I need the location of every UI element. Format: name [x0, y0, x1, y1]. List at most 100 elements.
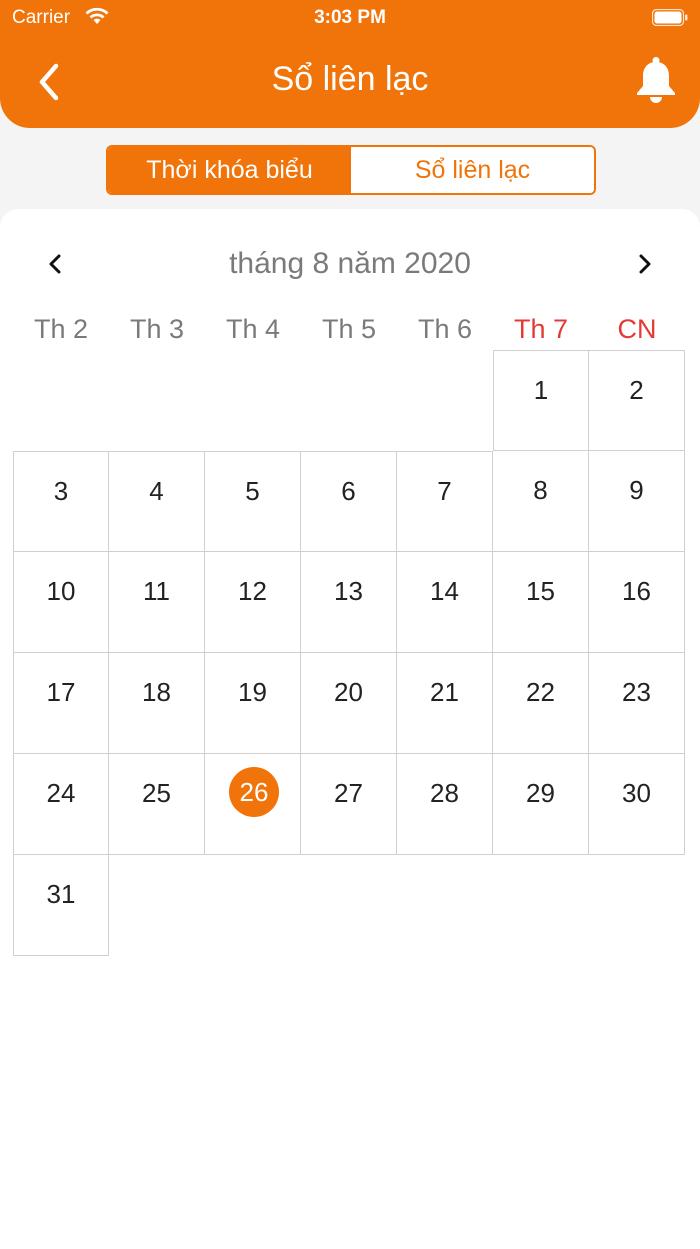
- day-number: 23: [622, 677, 651, 707]
- calendar-day[interactable]: 4: [109, 451, 205, 552]
- day-number: 20: [334, 677, 363, 707]
- calendar-day[interactable]: 11: [109, 552, 205, 653]
- bell-icon: [637, 57, 675, 103]
- page-title: Sổ liên lạc: [271, 60, 429, 98]
- day-number: 28: [430, 778, 459, 808]
- calendar-empty-cell: [493, 855, 589, 956]
- tab-timetable[interactable]: Thời khóa biểu: [108, 147, 351, 193]
- calendar-day[interactable]: 17: [13, 653, 109, 754]
- weekday-label: Th 5: [321, 314, 377, 344]
- weekday-label: Th 4: [225, 314, 281, 344]
- next-month-button[interactable]: [630, 249, 660, 279]
- day-number: 29: [526, 778, 555, 808]
- status-time: 3:03 PM: [314, 7, 386, 28]
- day-number: 26: [229, 767, 279, 817]
- day-number: 9: [629, 475, 644, 505]
- day-number: 13: [334, 576, 363, 606]
- calendar-day[interactable]: 23: [589, 653, 685, 754]
- calendar-day[interactable]: 28: [397, 754, 493, 855]
- day-number: 21: [430, 677, 459, 707]
- calendar-week-row: 17 18 19 20 21 22 23: [13, 653, 686, 754]
- calendar-day[interactable]: 14: [397, 552, 493, 653]
- notification-button[interactable]: [634, 56, 678, 104]
- day-number: 31: [46, 879, 76, 909]
- calendar-day[interactable]: 5: [205, 451, 301, 552]
- calendar-day[interactable]: 19: [205, 653, 301, 754]
- calendar-day[interactable]: 3: [13, 451, 109, 552]
- chevron-right-icon: [639, 254, 651, 274]
- weekday-label: Th 6: [417, 314, 473, 344]
- calendar-day[interactable]: 30: [589, 754, 685, 855]
- calendar-day[interactable]: 24: [13, 754, 109, 855]
- calendar-day[interactable]: 20: [301, 653, 397, 754]
- calendar-day[interactable]: 16: [589, 552, 685, 653]
- calendar-card: tháng 8 năm 2020 Th 2 Th 3 Th 4 Th 5 Th …: [0, 209, 700, 1249]
- calendar-day[interactable]: 2: [589, 350, 685, 451]
- calendar-empty-cell: [589, 855, 685, 956]
- calendar-week-row: 12: [13, 350, 686, 451]
- calendar-empty-cell: [205, 855, 301, 956]
- month-title: tháng 8 năm 2020: [229, 247, 471, 280]
- status-bar: Carrier 3:03 PM: [0, 0, 700, 36]
- calendar-day[interactable]: 31: [13, 855, 109, 956]
- day-number: 24: [46, 778, 76, 808]
- calendar-day[interactable]: 7: [397, 451, 493, 552]
- calendar-grid: 1 2 3 4 5 6 7 8 9 10 11 12 13 14 15 16 17 18 19 20 21 22 23 24 2…: [13, 350, 686, 956]
- calendar-day[interactable]: 18: [109, 653, 205, 754]
- day-number: 6: [341, 476, 356, 506]
- battery-icon: [652, 9, 688, 26]
- calendar-day[interactable]: 13: [301, 552, 397, 653]
- calendar-day[interactable]: 8: [493, 451, 589, 552]
- day-number: 30: [622, 778, 651, 808]
- calendar-day[interactable]: 15: [493, 552, 589, 653]
- calendar-day[interactable]: 9: [589, 451, 685, 552]
- calendar-day[interactable]: 25: [109, 754, 205, 855]
- day-number: 7: [437, 476, 452, 506]
- calendar-day[interactable]: 21: [397, 653, 493, 754]
- calendar-day[interactable]: 10: [13, 552, 109, 653]
- weekday-header: Th 2 Th 3 Th 4 Th 5 Th 6 Th 7 CN: [13, 314, 686, 354]
- calendar-empty-cell: [301, 855, 397, 956]
- weekday-label-sunday: CN: [617, 314, 657, 344]
- calendar-day[interactable]: 22: [493, 653, 589, 754]
- day-number: 17: [46, 677, 76, 707]
- day-number: 2: [629, 375, 644, 405]
- day-number: 11: [143, 576, 170, 606]
- day-number: 16: [622, 576, 651, 606]
- tab-contact-book[interactable]: Sổ liên lạc: [351, 147, 594, 193]
- day-number: 22: [526, 677, 555, 707]
- calendar-day-selected[interactable]: 26: [205, 754, 301, 855]
- calendar-week-row: 31: [13, 855, 686, 956]
- calendar-empty-cell: [397, 855, 493, 956]
- weekday-label: Th 3: [129, 314, 185, 344]
- day-number: 27: [334, 778, 363, 808]
- calendar-day[interactable]: 29: [493, 754, 589, 855]
- calendar-empty-cell: [301, 350, 397, 451]
- day-number: 15: [526, 576, 555, 606]
- calendar-empty-cell: [13, 350, 109, 451]
- calendar-week-row: 3 4 5 6 7 8 9: [13, 451, 686, 552]
- weekday-label-saturday: Th 7: [513, 314, 569, 344]
- calendar-day[interactable]: 12: [205, 552, 301, 653]
- calendar-empty-cell: [109, 855, 205, 956]
- calendar-day[interactable]: 6: [301, 451, 397, 552]
- calendar-empty-cell: [109, 350, 205, 451]
- day-number: 1: [533, 375, 549, 405]
- day-number: 14: [430, 576, 459, 606]
- calendar-day[interactable]: 27: [301, 754, 397, 855]
- tab-segment-control: Thời khóa biểu Sổ liên lạc: [106, 145, 596, 195]
- day-number: 5: [245, 476, 260, 506]
- weekday-label: Th 2: [33, 314, 89, 344]
- calendar-week-row: 24 25 26 27 28 29 30: [13, 754, 686, 855]
- day-number: 3: [53, 476, 69, 506]
- calendar-empty-cell: [397, 350, 493, 451]
- day-number: 8: [533, 475, 548, 505]
- day-number: 19: [238, 677, 267, 707]
- day-number: 10: [46, 576, 76, 606]
- day-number: 4: [149, 476, 164, 506]
- calendar-empty-cell: [205, 350, 301, 451]
- calendar-week-row: 10 11 12 13 14 15 16: [13, 552, 686, 653]
- app-header: Carrier 3:03 PM Sổ liên lạc: [0, 0, 700, 128]
- day-number: 18: [142, 677, 171, 707]
- calendar-day[interactable]: 1: [493, 350, 589, 451]
